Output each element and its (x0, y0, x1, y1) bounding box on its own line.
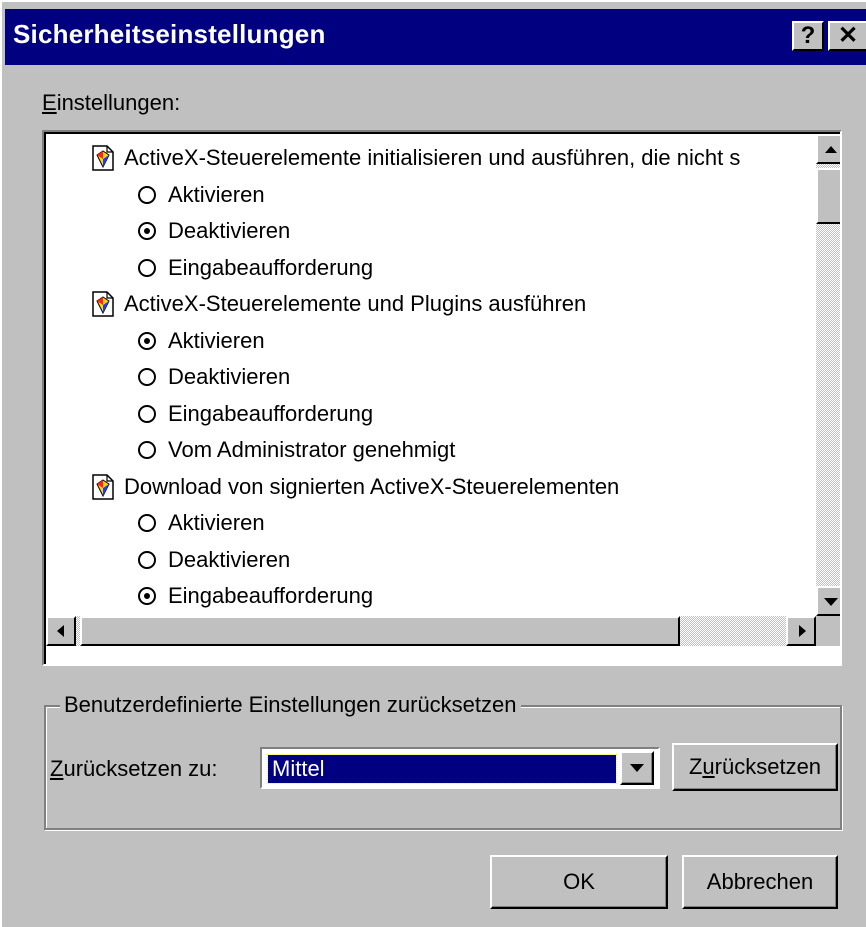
setting-option-label: Deaktivieren (168, 364, 291, 389)
radio-icon[interactable] (138, 550, 156, 569)
ok-button[interactable]: OK (490, 855, 668, 909)
help-button[interactable]: ? (792, 21, 824, 51)
setting-option-label: Eingabeaufforderung (168, 583, 374, 608)
setting-option-label: Vom Administrator genehmigt (168, 437, 456, 462)
horizontal-scroll-thumb[interactable] (80, 616, 680, 646)
setting-option-label: Aktivieren (168, 327, 265, 353)
cancel-button[interactable]: Abbrechen (682, 855, 838, 909)
settings-category-icon (92, 145, 114, 171)
radio-selected-icon[interactable] (138, 222, 156, 240)
arrow-right-icon (799, 625, 806, 637)
reset-button-text-end: rücksetzen (714, 754, 822, 779)
settings-category-icon (92, 473, 114, 500)
reset-button[interactable]: Zurücksetzen (672, 743, 838, 791)
radio-icon[interactable] (138, 258, 156, 277)
scroll-up-button[interactable] (816, 134, 840, 164)
reset-to-text: urücksetzen zu: (63, 756, 218, 781)
reset-group-title: Benutzerdefinierte Einstellungen zurücks… (60, 692, 521, 718)
radio-icon[interactable] (138, 514, 156, 532)
radio-icon[interactable] (138, 404, 156, 423)
settings-label: Einstellungen: (42, 90, 180, 116)
security-level-select[interactable]: Mittel (260, 747, 660, 789)
settings-tree[interactable]: ActiveX-Steuerelemente initialisieren un… (42, 130, 842, 666)
settings-label-mnemonic: E (42, 90, 57, 115)
scroll-left-button[interactable] (46, 616, 76, 646)
setting-option-label: Eingabeaufforderung (168, 254, 374, 280)
dropdown-button[interactable] (620, 751, 654, 785)
reset-to-label: Zurücksetzen zu: (50, 756, 218, 782)
window-title: Sicherheitseinstellungen (13, 19, 326, 49)
reset-to-mnemonic: Z (50, 756, 64, 781)
radio-selected-icon[interactable] (138, 331, 156, 350)
settings-category-icon (92, 291, 114, 317)
scrollbar-corner (816, 616, 840, 646)
setting-option-label: Deaktivieren (168, 218, 291, 243)
reset-button-text-start: Z (688, 754, 703, 779)
setting-option-label: Aktivieren (168, 510, 265, 535)
close-button[interactable]: ✕ (828, 21, 866, 51)
settings-tree-content: ActiveX-Steuerelemente initialisieren un… (46, 134, 816, 616)
horizontal-scrollbar[interactable] (46, 616, 816, 646)
radio-icon[interactable] (138, 185, 156, 204)
settings-tree-frame: ActiveX-Steuerelemente initialisieren un… (44, 132, 840, 664)
setting-option-label: Eingabeaufforderung (168, 400, 374, 426)
scroll-down-button[interactable] (816, 586, 840, 616)
setting-option-label: Deaktivieren (168, 546, 291, 572)
radio-icon[interactable] (138, 368, 156, 386)
title-bar[interactable]: Sicherheitseinstellungen ? ✕ (5, 9, 866, 65)
setting-category-label: ActiveX-Steuerelemente und Plugins ausfü… (124, 291, 587, 316)
security-settings-dialog: Sicherheitseinstellungen ? ✕ Einstellung… (0, 0, 866, 927)
security-level-value: Mittel (267, 754, 617, 784)
setting-option-label: Aktivieren (168, 181, 265, 207)
scroll-right-button[interactable] (786, 616, 816, 646)
arrow-up-icon (825, 146, 837, 153)
vertical-scroll-thumb[interactable] (816, 168, 840, 224)
reset-button-mnemonic: u (702, 754, 715, 779)
setting-category-label: ActiveX-Steuerelemente initialisieren un… (124, 145, 741, 170)
vertical-scrollbar[interactable] (816, 134, 840, 616)
setting-category-label: Download von signierten ActiveX-Steuerel… (124, 473, 620, 499)
arrow-left-icon (57, 625, 64, 637)
radio-icon[interactable] (138, 441, 156, 459)
radio-selected-icon[interactable] (138, 587, 156, 605)
settings-label-text: instellungen: (56, 90, 181, 115)
chevron-down-icon (630, 764, 644, 772)
arrow-down-icon (824, 598, 838, 606)
